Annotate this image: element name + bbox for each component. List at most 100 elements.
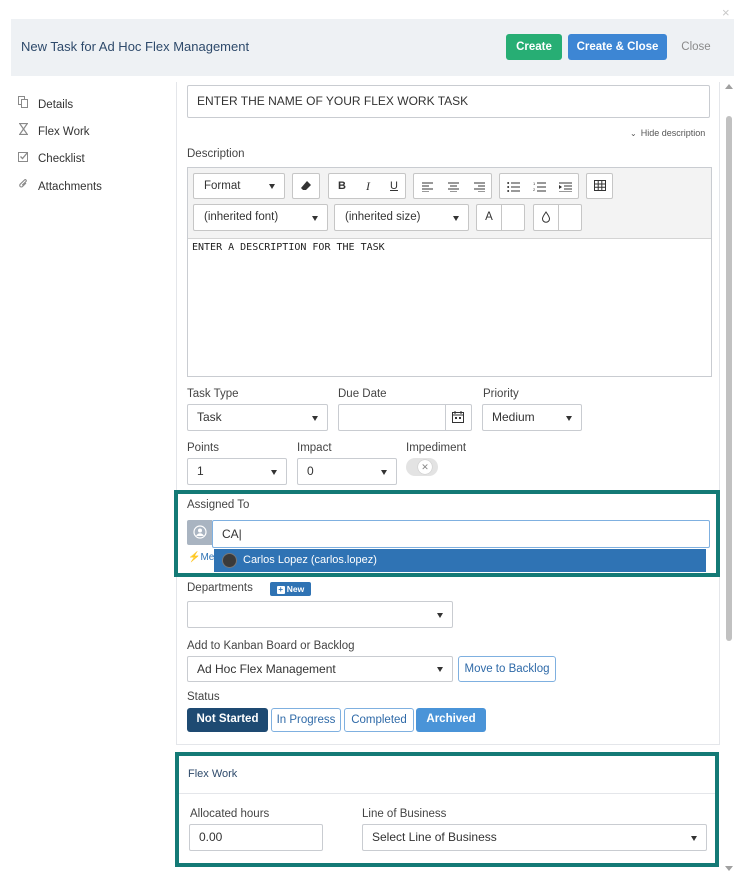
status-not-started[interactable]: Not Started <box>187 708 268 732</box>
departments-label: Departments <box>187 582 253 594</box>
editor-toolbar: Format B I U 12 (inherited font) (inheri… <box>188 168 711 239</box>
task-type-label: Task Type <box>187 388 239 400</box>
hide-description-link[interactable]: ⌄ Hide description <box>630 128 705 138</box>
bullet-list-icon[interactable] <box>500 174 526 198</box>
sidebar-item-label: Details <box>38 99 74 111</box>
align-group <box>413 173 492 199</box>
assigned-to-input[interactable]: CA| <box>212 520 710 548</box>
kanban-select[interactable]: Ad Hoc Flex Management <box>187 656 453 682</box>
svg-text:1: 1 <box>533 181 536 186</box>
points-label: Points <box>187 442 219 454</box>
dialog-title: New Task for Ad Hoc Flex Management <box>21 39 250 54</box>
sidebar-item-label: Checklist <box>38 153 85 165</box>
assign-me-label: Me <box>200 552 215 563</box>
svg-text:2: 2 <box>533 187 536 192</box>
line-of-business-value: Select Line of Business <box>372 830 497 844</box>
window-close-icon[interactable]: × <box>722 5 730 20</box>
priority-select[interactable]: Medium <box>482 404 582 431</box>
table-button[interactable] <box>586 173 613 199</box>
impact-select[interactable]: 0 <box>297 458 397 485</box>
toggle-off-icon: ✕ <box>418 460 432 474</box>
align-center-icon[interactable] <box>440 174 466 198</box>
editor-content[interactable]: ENTER A DESCRIPTION FOR THE TASK <box>192 242 385 253</box>
bold-button[interactable]: B <box>329 174 355 198</box>
font-family-value: (inherited font) <box>204 211 279 223</box>
status-archived[interactable]: Archived <box>416 708 486 732</box>
impact-value: 0 <box>307 464 314 478</box>
points-value: 1 <box>197 464 204 478</box>
hide-description-label: Hide description <box>640 128 706 138</box>
status-label: Status <box>187 691 220 703</box>
new-badge-label: New <box>286 584 305 594</box>
priority-value: Medium <box>492 410 535 424</box>
sidebar-item-flex-work[interactable]: Flex Work <box>18 122 90 138</box>
sidebar-item-label: Flex Work <box>38 126 90 138</box>
status-completed[interactable]: Completed <box>344 708 414 732</box>
align-left-icon[interactable] <box>414 174 440 198</box>
underline-button[interactable]: U <box>381 174 407 198</box>
new-department-button[interactable]: + New <box>270 582 311 596</box>
user-icon <box>193 525 207 539</box>
paperclip-icon <box>18 178 32 193</box>
lightning-icon: ⚡ <box>188 552 201 563</box>
background-color-button[interactable] <box>533 204 582 231</box>
points-select[interactable]: 1 <box>187 458 287 485</box>
allocated-hours-input[interactable]: 0.00 <box>189 824 323 851</box>
flex-work-title: Flex Work <box>188 768 238 780</box>
priority-label: Priority <box>483 388 519 400</box>
status-in-progress[interactable]: In Progress <box>271 708 341 732</box>
assigned-to-value: CA <box>222 527 239 541</box>
user-picker-button[interactable] <box>187 520 212 545</box>
create-button[interactable]: Create <box>506 34 562 60</box>
align-right-icon[interactable] <box>466 174 492 198</box>
impact-label: Impact <box>297 442 332 454</box>
eraser-icon <box>301 181 311 190</box>
chevron-down-icon: ⌄ <box>630 129 637 138</box>
calendar-icon[interactable] <box>445 405 471 430</box>
numbered-list-icon[interactable]: 12 <box>526 174 552 198</box>
italic-button[interactable]: I <box>355 174 381 198</box>
sidebar-item-details[interactable]: Details <box>18 96 73 111</box>
indent-icon[interactable] <box>552 174 578 198</box>
hourglass-icon <box>18 122 32 138</box>
assignee-suggestion[interactable]: Carlos Lopez (carlos.lopez) <box>214 549 706 572</box>
kanban-value: Ad Hoc Flex Management <box>197 662 336 676</box>
scrollbar-thumb[interactable] <box>726 116 732 641</box>
description-label: Description <box>187 148 245 160</box>
impediment-toggle[interactable]: ✕ <box>406 458 438 476</box>
close-button[interactable]: Close <box>676 34 716 60</box>
format-select[interactable]: Format <box>193 173 285 199</box>
font-size-select[interactable]: (inherited size) <box>334 204 469 231</box>
sidebar-item-checklist[interactable]: Checklist <box>18 151 85 165</box>
text-color-icon: A <box>477 205 502 230</box>
clear-format-button[interactable] <box>292 173 320 199</box>
task-name-input[interactable]: ENTER THE NAME OF YOUR FLEX WORK TASK <box>187 85 710 118</box>
due-date-label: Due Date <box>338 388 387 400</box>
create-and-close-button[interactable]: Create & Close <box>568 34 667 60</box>
line-of-business-select[interactable]: Select Line of Business <box>362 824 707 851</box>
document-icon <box>18 96 32 111</box>
task-type-select[interactable]: Task <box>187 404 328 431</box>
due-date-input[interactable] <box>338 404 472 431</box>
move-to-backlog-button[interactable]: Move to Backlog <box>458 656 556 682</box>
assign-me-link[interactable]: ⚡Me <box>188 552 214 563</box>
dialog-header: New Task for Ad Hoc Flex Management Crea… <box>11 19 734 76</box>
plus-icon: + <box>276 585 285 594</box>
scroll-down-icon[interactable] <box>725 866 733 871</box>
font-size-value: (inherited size) <box>345 211 421 223</box>
list-group: 12 <box>499 173 579 199</box>
format-select-value: Format <box>204 180 241 192</box>
assignee-suggestion-label: Carlos Lopez (carlos.lopez) <box>243 554 377 566</box>
scroll-up-icon[interactable] <box>725 84 733 89</box>
sidebar-item-label: Attachments <box>38 181 102 193</box>
description-editor[interactable]: Format B I U 12 (inherited font) (inheri… <box>187 167 712 377</box>
allocated-hours-label: Allocated hours <box>190 808 270 820</box>
assigned-to-label: Assigned To <box>187 499 250 511</box>
drop-icon <box>534 205 559 230</box>
font-family-select[interactable]: (inherited font) <box>193 204 328 231</box>
text-color-button[interactable]: A <box>476 204 525 231</box>
text-style-group: B I U <box>328 173 406 199</box>
sidebar-item-attachments[interactable]: Attachments <box>18 178 102 193</box>
avatar <box>222 553 237 568</box>
departments-select[interactable] <box>187 601 453 628</box>
